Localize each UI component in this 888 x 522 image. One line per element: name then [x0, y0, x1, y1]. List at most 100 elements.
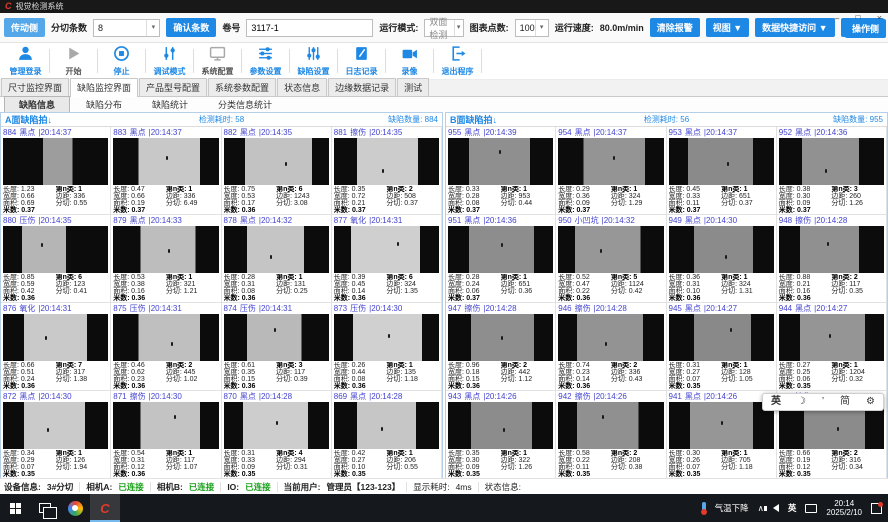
main-tab-0[interactable]: 尺寸监控界面	[1, 78, 69, 96]
defect-cell[interactable]: 877氧化|20:14:31长度: 0.39宽度: 0.45面积: 0.14米数…	[332, 215, 442, 303]
defect-id: 874	[224, 304, 237, 313]
sort-descending-icon[interactable]: ↓	[493, 115, 498, 125]
defect-cell[interactable]: 878黑点|20:14:32长度: 0.28宽度: 0.31面积: 0.08米数…	[222, 215, 332, 303]
chart-points-select[interactable]: 100▾	[515, 19, 549, 37]
defect-stats: 长度: 0.34宽度: 0.29面积: 0.07米数: 0.35第n类: 1边距…	[2, 449, 109, 478]
defect-cell[interactable]: 870黑点|20:14:28长度: 0.31宽度: 0.33面积: 0.09米数…	[222, 391, 332, 479]
defect-cell[interactable]: 949黑点|20:14:30长度: 0.36宽度: 0.31面积: 0.10米数…	[667, 215, 777, 303]
input-language-indicator[interactable]: 英	[788, 502, 797, 514]
defect-cell-header: 947擦伤|20:14:28	[447, 303, 554, 314]
action-play-button[interactable]: 开始	[50, 45, 97, 77]
action-monitor-button[interactable]: 系统配置	[194, 45, 241, 77]
start-button[interactable]	[0, 494, 30, 522]
ime-punctuation-toggle[interactable]: ’	[822, 397, 824, 407]
ime-charset-toggle[interactable]: 简	[840, 397, 850, 407]
device-info-value: 3#分切	[47, 481, 73, 493]
notification-center-icon[interactable]	[871, 503, 882, 514]
weather-text[interactable]: 气温下降	[715, 502, 749, 514]
defect-cell[interactable]: 941黑点|20:14:26长度: 0.30宽度: 0.26面积: 0.07米数…	[667, 391, 777, 479]
defect-cell[interactable]: 942擦伤|20:14:26长度: 0.58宽度: 0.22面积: 0.11米数…	[556, 391, 666, 479]
defect-cell[interactable]: 880压伤|20:14:35长度: 0.85宽度: 0.59面积: 0.42米数…	[1, 215, 111, 303]
action-log-button[interactable]: 日志记录	[338, 45, 385, 77]
defect-cell[interactable]: 950小凹坑|20:14:32长度: 0.52宽度: 0.47面积: 0.22米…	[556, 215, 666, 303]
confirm-count-button[interactable]: 确认条数	[166, 18, 216, 37]
main-tab-6[interactable]: 测试	[397, 78, 429, 96]
action-exit-button[interactable]: 退出程序	[434, 45, 481, 77]
action-h-sliders-button[interactable]: 参数设置	[242, 45, 289, 77]
sub-tab-0[interactable]: 缺陷信息	[4, 96, 70, 113]
ime-language-bar: 英 ☽ ’ 简 ⚙	[762, 393, 884, 411]
defect-cell[interactable]: 875压伤|20:14:31长度: 0.46宽度: 0.62面积: 0.23米数…	[111, 303, 221, 391]
view-menu-button[interactable]: 视图 ▼	[706, 18, 749, 37]
defect-time: |20:14:30	[704, 216, 737, 225]
defect-id: 951	[448, 216, 461, 225]
defect-cell[interactable]: 954黑点|20:14:37长度: 0.29宽度: 0.36面积: 0.09米数…	[556, 127, 666, 215]
defect-cell[interactable]: 873压伤|20:14:30长度: 0.26宽度: 0.44面积: 0.08米数…	[332, 303, 442, 391]
defect-class-info: 第n类: 1边距: 1204分切: 0.32	[831, 362, 884, 390]
roll-number-input[interactable]	[246, 19, 373, 37]
taskbar-clock[interactable]: 20:142025/2/10	[826, 499, 862, 517]
ime-settings-gear-icon[interactable]: ⚙	[866, 397, 875, 407]
chevron-down-icon: ▾	[454, 20, 463, 36]
chart-points-value: 100	[520, 23, 535, 33]
defect-cell[interactable]: 881擦伤|20:14:35长度: 0.35宽度: 0.72面积: 0.21米数…	[332, 127, 442, 215]
defect-cell[interactable]: 882黑点|20:14:35长度: 0.75宽度: 0.53面积: 0.17米数…	[222, 127, 332, 215]
weather-thermometer-icon[interactable]	[702, 502, 706, 514]
sub-tab-1[interactable]: 缺陷分布	[72, 97, 136, 112]
minimize-button[interactable]: –	[834, 13, 839, 23]
main-tab-1[interactable]: 缺陷监控界面	[70, 78, 138, 97]
main-tab-4[interactable]: 状态信息	[277, 78, 327, 96]
inspection-app-button[interactable]: C	[90, 494, 120, 522]
defect-cell[interactable]: 945黑点|20:14:27长度: 0.31宽度: 0.27面积: 0.07米数…	[667, 303, 777, 391]
defect-class-info: 第n类: 2边距: 336分切: 0.43	[611, 362, 664, 390]
action-v-sliders-button[interactable]: 缺陷设置	[290, 45, 337, 77]
defect-cell[interactable]: 869黑点|20:14:28长度: 0.42宽度: 0.27面积: 0.10米数…	[332, 391, 442, 479]
defect-cell[interactable]: 953黑点|20:14:37长度: 0.45宽度: 0.33面积: 0.11米数…	[667, 127, 777, 215]
defect-cell[interactable]: 946擦伤|20:14:28长度: 0.74宽度: 0.23面积: 0.14米数…	[556, 303, 666, 391]
defect-cell[interactable]: 879黑点|20:14:33长度: 0.53宽度: 0.38面积: 0.16米数…	[111, 215, 221, 303]
operator-side-button[interactable]: 操作侧	[845, 19, 886, 38]
main-tab-5[interactable]: 边缘数据记录	[328, 78, 396, 96]
defect-cell[interactable]: 871擦伤|20:14:30长度: 0.54宽度: 0.31面积: 0.12米数…	[111, 391, 221, 479]
volume-icon[interactable]	[773, 504, 779, 512]
slit-count-select[interactable]: 8▾	[93, 19, 160, 37]
data-quick-access-menu-button[interactable]: 数据快捷访问 ▼	[755, 18, 834, 37]
defect-cell[interactable]: 947擦伤|20:14:28长度: 0.96宽度: 0.18面积: 0.15米数…	[446, 303, 556, 391]
defect-measurements: 长度: 0.31宽度: 0.33面积: 0.09米数: 0.35	[224, 450, 277, 478]
touch-keyboard-icon[interactable]	[805, 504, 817, 513]
defect-stats: 长度: 0.54宽度: 0.31面积: 0.12米数: 0.36第n类: 1边距…	[112, 449, 219, 478]
sub-tab-3[interactable]: 分类信息统计	[204, 97, 286, 112]
action-camera-button[interactable]: 录像	[386, 45, 433, 77]
defect-id: 870	[224, 392, 237, 401]
sub-tab-2[interactable]: 缺陷统计	[138, 97, 202, 112]
browser-app-button[interactable]	[60, 494, 90, 522]
defect-cell[interactable]: 943黑点|20:14:26长度: 0.35宽度: 0.30面积: 0.09米数…	[446, 391, 556, 479]
defect-stats: 长度: 0.47宽度: 0.66面积: 0.19米数: 0.37第n类: 1边距…	[112, 185, 219, 214]
defect-cell[interactable]: 876氧化|20:14:31长度: 0.66宽度: 0.51面积: 0.24米数…	[1, 303, 111, 391]
defect-cell[interactable]: 944黑点|20:14:27长度: 0.27宽度: 0.25面积: 0.06米数…	[777, 303, 887, 391]
defect-type: 黑点	[240, 391, 256, 402]
defect-cell[interactable]: 951黑点|20:14:36长度: 0.28宽度: 0.24面积: 0.06米数…	[446, 215, 556, 303]
main-tab-3[interactable]: 系统参数配置	[208, 78, 276, 96]
main-tab-2[interactable]: 产品型号配置	[139, 78, 207, 96]
defect-cell[interactable]: 948擦伤|20:14:28长度: 0.88宽度: 0.21面积: 0.16米数…	[777, 215, 887, 303]
task-view-button[interactable]	[30, 494, 60, 522]
sort-descending-icon[interactable]: ↓	[48, 115, 53, 125]
defect-cell[interactable]: 955黑点|20:14:39长度: 0.33宽度: 0.28面积: 0.08米数…	[446, 127, 556, 215]
action-stop-button[interactable]: 停止	[98, 45, 145, 77]
ime-shape-mode-icon[interactable]: ☽	[797, 397, 806, 407]
clear-alarm-button[interactable]: 清除报警	[650, 18, 700, 37]
run-mode-select[interactable]: 双面检测▾	[424, 19, 463, 37]
drive-side-button[interactable]: 传动侧	[4, 18, 45, 37]
defect-image	[669, 402, 774, 449]
ime-lang-toggle[interactable]: 英	[771, 397, 781, 407]
defect-measurements: 长度: 0.45宽度: 0.33面积: 0.11米数: 0.37	[669, 186, 722, 214]
defect-cell[interactable]: 872黑点|20:14:30长度: 0.34宽度: 0.29面积: 0.07米数…	[1, 391, 111, 479]
defect-id: 955	[448, 128, 461, 137]
defect-cell[interactable]: 952黑点|20:14:36长度: 0.38宽度: 0.30面积: 0.09米数…	[777, 127, 887, 215]
action-user-button[interactable]: 管理登录	[2, 45, 49, 77]
defect-cell[interactable]: 874压伤|20:14:31长度: 0.61宽度: 0.35面积: 0.15米数…	[222, 303, 332, 391]
defect-cell[interactable]: 883黑点|20:14:37长度: 0.47宽度: 0.66面积: 0.19米数…	[111, 127, 221, 215]
action-debug-sliders-button[interactable]: 调试模式	[146, 45, 193, 77]
defect-cell[interactable]: 884黑点|20:14:37长度: 1.23宽度: 0.66面积: 0.69米数…	[1, 127, 111, 215]
